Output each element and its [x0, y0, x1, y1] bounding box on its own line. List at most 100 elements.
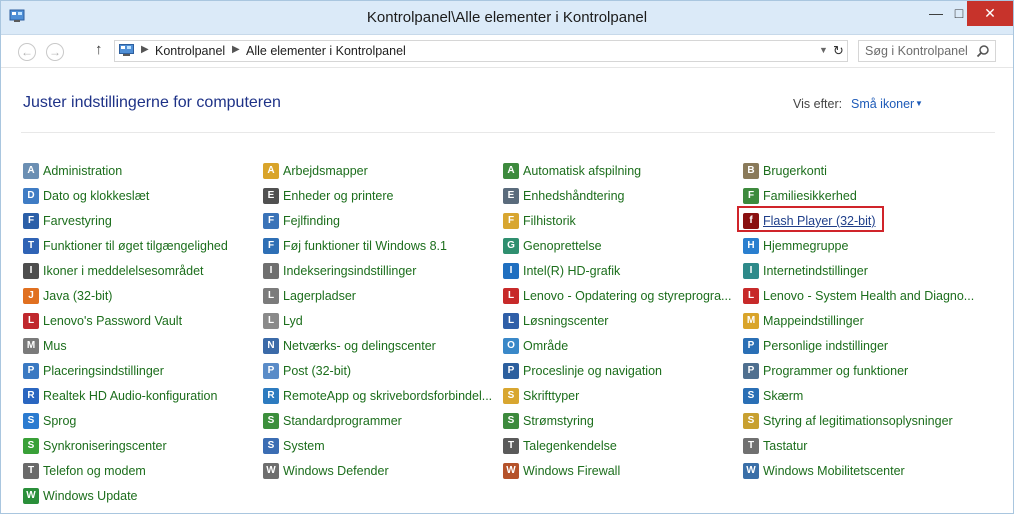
control-panel-item-label[interactable]: Netværks- og delingscenter — [283, 338, 436, 354]
control-panel-item-label[interactable]: Genoprettelse — [523, 238, 602, 254]
add-features-icon: F — [263, 238, 279, 254]
control-panel-item-label[interactable]: Automatisk afspilning — [523, 163, 641, 179]
address-bar[interactable]: ▶ Kontrolpanel ▶ Alle elementer i Kontro… — [114, 40, 848, 62]
control-panel-item-label[interactable]: Post (32-bit) — [283, 363, 351, 379]
forward-button[interactable]: → — [46, 43, 64, 61]
java-icon: J — [23, 288, 39, 304]
up-button[interactable]: ↑ — [95, 41, 103, 58]
control-panel-item-label[interactable]: Arbejdsmapper — [283, 163, 368, 179]
control-panel-item-label[interactable]: Windows Mobilitetscenter — [763, 463, 905, 479]
control-panel-item-label[interactable]: Sprog — [43, 413, 76, 429]
search-box[interactable] — [858, 40, 996, 62]
control-panel-item-label[interactable]: Strømstyring — [523, 413, 594, 429]
control-panel-item-label[interactable]: Lagerpladser — [283, 288, 356, 304]
control-panel-item-label[interactable]: Lenovo - System Health and Diagno... — [763, 288, 974, 304]
control-panel-item-label[interactable]: Farvestyring — [43, 213, 112, 229]
control-panel-item-label[interactable]: Lyd — [283, 313, 303, 329]
search-input[interactable] — [865, 43, 975, 59]
control-panel-item-label[interactable]: Java (32-bit) — [43, 288, 112, 304]
view-by-dropdown[interactable]: Små ikoner — [851, 97, 914, 111]
control-panel-item-label[interactable]: Administration — [43, 163, 122, 179]
system-icon: S — [263, 438, 279, 454]
autoplay-icon: A — [503, 163, 519, 179]
breadcrumb-kontrolpanel[interactable]: Kontrolpanel — [155, 44, 225, 58]
control-panel-item-label[interactable]: Mus — [43, 338, 67, 354]
control-panel-item-label[interactable]: Filhistorik — [523, 213, 576, 229]
control-panel-item-label[interactable]: Lenovo - Opdatering og styreprogra... — [523, 288, 731, 304]
mouse-icon: M — [23, 338, 39, 354]
firewall-icon: W — [503, 463, 519, 479]
navigation-bar: ← → ↑ ▶ Kontrolpanel ▶ Alle elementer i … — [1, 35, 1013, 68]
clock-icon: D — [23, 188, 39, 204]
sound-icon: L — [263, 313, 279, 329]
control-panel-item-label[interactable]: Fejlfinding — [283, 213, 340, 229]
view-by-label: Vis efter: — [793, 97, 843, 111]
page-title: Juster indstillingerne for computeren — [23, 94, 281, 111]
search-icon[interactable] — [976, 44, 990, 58]
sync-center-icon: S — [23, 438, 39, 454]
control-panel-item-label[interactable]: Løsningscenter — [523, 313, 608, 329]
control-panel-item-label[interactable]: Funktioner til øget tilgængelighed — [43, 238, 228, 254]
recovery-icon: G — [503, 238, 519, 254]
control-panel-item-label[interactable]: RemoteApp og skrivebordsforbindel... — [283, 388, 492, 404]
file-history-icon: F — [503, 213, 519, 229]
breadcrumb-all-items[interactable]: Alle elementer i Kontrolpanel — [246, 44, 406, 58]
control-panel-item-label[interactable]: Føj funktioner til Windows 8.1 — [283, 238, 447, 254]
control-panel-item-label[interactable]: Styring af legitimationsoplysninger — [763, 413, 953, 429]
admin-tools-icon: A — [23, 163, 39, 179]
accessibility-icon: T — [23, 238, 39, 254]
control-panel-item-label[interactable]: Windows Update — [43, 488, 138, 504]
control-panel-item-label[interactable]: Windows Defender — [283, 463, 389, 479]
control-panel-item-label[interactable]: Familiesikkerhed — [763, 188, 857, 204]
back-button[interactable]: ← — [18, 43, 36, 61]
devices-printers-icon: E — [263, 188, 279, 204]
control-panel-item-label[interactable]: Brugerkonti — [763, 163, 827, 179]
folder-options-icon: M — [743, 313, 759, 329]
control-panel-item-label[interactable]: Mappeindstillinger — [763, 313, 864, 329]
chevron-right-icon[interactable]: ▶ — [232, 44, 240, 55]
divider — [21, 132, 995, 133]
control-panel-item-label[interactable]: Enheder og printere — [283, 188, 394, 204]
control-panel-item-label[interactable]: Indekseringsindstillinger — [283, 263, 416, 279]
control-panel-item-label[interactable]: Windows Firewall — [523, 463, 620, 479]
default-programs-icon: S — [263, 413, 279, 429]
display-icon: S — [743, 388, 759, 404]
taskbar-icon: P — [503, 363, 519, 379]
control-panel-item-label[interactable]: Talegenkendelse — [523, 438, 617, 454]
arrow-left-icon: ← — [21, 45, 33, 59]
control-panel-item-label[interactable]: Ikoner i meddelelsesområdet — [43, 263, 204, 279]
phone-modem-icon: T — [23, 463, 39, 479]
control-panel-item-label[interactable]: Placeringsindstillinger — [43, 363, 164, 379]
keyboard-icon: T — [743, 438, 759, 454]
refresh-icon[interactable]: ↻ — [833, 43, 844, 59]
chevron-down-icon[interactable]: ▼ — [915, 99, 923, 108]
control-panel-item-label[interactable]: Realtek HD Audio-konfiguration — [43, 388, 217, 404]
control-panel-item-label[interactable]: Internetindstillinger — [763, 263, 868, 279]
close-button[interactable]: ✕ — [967, 1, 1013, 26]
control-panel-item-label[interactable]: Område — [523, 338, 568, 354]
arrow-right-icon: → — [49, 45, 61, 59]
notification-icons-icon: I — [23, 263, 39, 279]
control-panel-item-label[interactable]: Standardprogrammer — [283, 413, 402, 429]
control-panel-item-label[interactable]: Personlige indstillinger — [763, 338, 888, 354]
title-bar: Kontrolpanel\Alle elementer i Kontrolpan… — [1, 1, 1013, 35]
device-manager-icon: E — [503, 188, 519, 204]
control-panel-item-label[interactable]: Telefon og modem — [43, 463, 146, 479]
control-panel-item-label[interactable]: Intel(R) HD-grafik — [523, 263, 620, 279]
location-icon: P — [23, 363, 39, 379]
control-panel-item-label[interactable]: Enhedshåndtering — [523, 188, 624, 204]
control-panel-item-label[interactable]: Programmer og funktioner — [763, 363, 908, 379]
maximize-button[interactable]: □ — [951, 1, 967, 26]
control-panel-item-label[interactable]: Skærm — [763, 388, 803, 404]
control-panel-item-label[interactable]: System — [283, 438, 325, 454]
control-panel-item-label[interactable]: Proceslinje og navigation — [523, 363, 662, 379]
control-panel-item-label[interactable]: Skrifttyper — [523, 388, 579, 404]
chevron-down-icon[interactable]: ▼ — [819, 45, 828, 55]
control-panel-item-label[interactable]: Hjemmegruppe — [763, 238, 848, 254]
control-panel-item-label[interactable]: Tastatur — [763, 438, 807, 454]
control-panel-item-label[interactable]: Synkroniseringscenter — [43, 438, 167, 454]
control-panel-item-label[interactable]: Lenovo's Password Vault — [43, 313, 182, 329]
control-panel-item-label[interactable]: Dato og klokkeslæt — [43, 188, 149, 204]
windows-update-icon: W — [23, 488, 39, 504]
minimize-button[interactable]: — — [921, 1, 951, 26]
